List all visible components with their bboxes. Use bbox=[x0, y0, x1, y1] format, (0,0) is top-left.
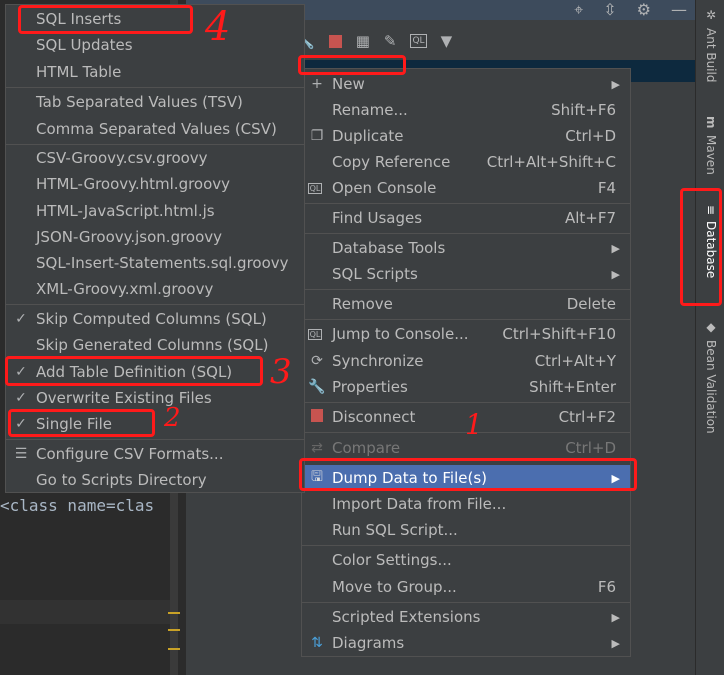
menu-item-import-data[interactable]: Import Data from File... bbox=[302, 491, 630, 517]
submenu-item-go-to-scripts-directory[interactable]: Go to Scripts Directory bbox=[6, 467, 304, 493]
annotation-box-dump-data bbox=[299, 458, 637, 491]
table-icon[interactable]: ▦ bbox=[356, 32, 370, 50]
menu-item-rename[interactable]: Rename... Shift+F6 bbox=[302, 97, 630, 123]
submenu-item-skip-generated-columns[interactable]: Skip Generated Columns (SQL) bbox=[6, 332, 304, 358]
maven-icon: m bbox=[704, 116, 718, 129]
submenu-item-html-groovy[interactable]: HTML-Groovy.html.groovy bbox=[6, 171, 304, 197]
annotation-box-single-file bbox=[8, 409, 155, 437]
annotation-number: 2 bbox=[164, 403, 181, 433]
annotation-number: 3 bbox=[270, 352, 292, 392]
submenu-item-skip-computed-columns[interactable]: ✓ Skip Computed Columns (SQL) bbox=[6, 306, 304, 332]
submenu-arrow-icon: ▶ bbox=[611, 610, 620, 624]
menu-separator bbox=[302, 319, 630, 320]
bean-icon: ◆ bbox=[704, 320, 718, 334]
menu-separator bbox=[6, 439, 304, 440]
menu-item-diagrams[interactable]: ⇅ Diagrams ▶ bbox=[302, 630, 630, 656]
stop-icon bbox=[308, 408, 326, 426]
wrench-icon: 🔧 bbox=[308, 379, 326, 395]
tab-ant-build[interactable]: ✲ Ant Build bbox=[698, 8, 724, 82]
copy-icon: ❐ bbox=[310, 128, 324, 144]
menu-item-copy-reference[interactable]: Copy Reference Ctrl+Alt+Shift+C bbox=[302, 149, 630, 175]
menu-separator bbox=[302, 602, 630, 603]
menu-item-remove[interactable]: Remove Delete bbox=[302, 291, 630, 317]
code-line: <class name=clas bbox=[0, 496, 155, 515]
menu-item-properties[interactable]: 🔧 Properties Shift+Enter bbox=[302, 374, 630, 400]
menu-item-scripted-extensions[interactable]: Scripted Extensions ▶ bbox=[302, 604, 630, 630]
submenu-item-csv-groovy[interactable]: CSV-Groovy.csv.groovy bbox=[6, 145, 304, 171]
checkmark-icon: ✓ bbox=[15, 390, 27, 406]
menu-item-jump-to-console[interactable]: QL Jump to Console... Ctrl+Shift+F10 bbox=[302, 321, 630, 347]
submenu-item-configure-csv-formats[interactable]: ☰ Configure CSV Formats... bbox=[6, 441, 304, 467]
menu-separator bbox=[302, 545, 630, 546]
submenu-item-sql-updates[interactable]: SQL Updates bbox=[6, 32, 304, 58]
menu-item-duplicate[interactable]: ❐ Duplicate Ctrl+D bbox=[302, 123, 630, 149]
menu-separator bbox=[302, 233, 630, 234]
gear-icon[interactable]: ⚙ bbox=[637, 0, 651, 20]
menu-item-database-tools[interactable]: Database Tools ▶ bbox=[302, 235, 630, 261]
annotation-box-selected-node bbox=[298, 55, 406, 75]
menu-item-move-to-group[interactable]: Move to Group... F6 bbox=[302, 574, 630, 600]
submenu-arrow-icon: ▶ bbox=[611, 267, 620, 281]
edit-icon[interactable]: ✎ bbox=[384, 32, 397, 50]
current-line-highlight bbox=[0, 600, 170, 624]
filter-icon[interactable]: ▼ bbox=[441, 32, 453, 50]
right-tool-strip: ✲ Ant Build m Maven ≡ Database ◆ Bean Valida… bbox=[695, 0, 724, 675]
menu-item-color-settings[interactable]: Color Settings... bbox=[302, 547, 630, 573]
menu-separator bbox=[6, 304, 304, 305]
menu-separator bbox=[302, 402, 630, 403]
submenu-item-html-table[interactable]: HTML Table bbox=[6, 59, 304, 85]
submenu-item-overwrite-existing-files[interactable]: ✓ Overwrite Existing Files bbox=[6, 385, 304, 411]
annotation-number: 4 bbox=[205, 4, 231, 50]
menu-separator bbox=[302, 289, 630, 290]
console-icon: QL bbox=[308, 328, 322, 340]
console-icon[interactable]: QL bbox=[410, 34, 427, 48]
submenu-item-csv[interactable]: Comma Separated Values (CSV) bbox=[6, 116, 304, 142]
menu-item-open-console[interactable]: QL Open Console F4 bbox=[302, 175, 630, 201]
menu-item-synchronize[interactable]: ⟳ Synchronize Ctrl+Alt+Y bbox=[302, 348, 630, 374]
annotation-box-add-table-definition bbox=[5, 356, 263, 386]
submenu-item-sql-insert-statements[interactable]: SQL-Insert-Statements.sql.groovy bbox=[6, 250, 304, 276]
submenu-item-tsv[interactable]: Tab Separated Values (TSV) bbox=[6, 89, 304, 115]
sliders-icon: ☰ bbox=[14, 446, 28, 462]
submenu-item-html-javascript[interactable]: HTML-JavaScript.html.js bbox=[6, 198, 304, 224]
tab-maven[interactable]: m Maven bbox=[698, 116, 724, 174]
minimize-icon[interactable]: — bbox=[671, 0, 687, 20]
compare-icon: ⇄ bbox=[311, 440, 323, 456]
ant-icon: ✲ bbox=[704, 8, 718, 22]
menu-item-sql-scripts[interactable]: SQL Scripts ▶ bbox=[302, 261, 630, 287]
annotation-box-database-tab bbox=[680, 188, 722, 306]
context-menu: + New ▶ Rename... Shift+F6 ❐ Duplicate Ctrl+D… bbox=[301, 68, 631, 657]
warning-marker[interactable] bbox=[168, 629, 180, 631]
submenu-arrow-icon: ▶ bbox=[611, 77, 620, 91]
annotation-box-sql-inserts bbox=[18, 5, 193, 34]
menu-separator bbox=[302, 203, 630, 204]
panel-toolbar: 🔧 ▦ ✎ QL ▼ bbox=[296, 28, 452, 54]
console-icon: QL bbox=[308, 182, 322, 194]
collapse-icon[interactable]: ⇳ bbox=[603, 0, 616, 20]
locate-icon[interactable]: ⌖ bbox=[574, 0, 583, 20]
plus-icon: + bbox=[311, 76, 323, 92]
menu-separator bbox=[6, 87, 304, 88]
warning-marker[interactable] bbox=[168, 612, 180, 614]
checkmark-icon: ✓ bbox=[15, 311, 27, 327]
menu-item-find-usages[interactable]: Find Usages Alt+F7 bbox=[302, 205, 630, 231]
sync-icon: ⟳ bbox=[311, 353, 323, 369]
submenu-arrow-icon: ▶ bbox=[611, 241, 620, 255]
stop-icon[interactable] bbox=[328, 34, 342, 48]
tab-bean-validation[interactable]: ◆ Bean Validation bbox=[698, 320, 724, 434]
menu-item-run-sql-script[interactable]: Run SQL Script... bbox=[302, 517, 630, 543]
submenu-arrow-icon: ▶ bbox=[611, 636, 620, 650]
annotation-number: 1 bbox=[465, 408, 483, 441]
submenu-item-json-groovy[interactable]: JSON-Groovy.json.groovy bbox=[6, 224, 304, 250]
diagram-icon: ⇅ bbox=[311, 635, 323, 651]
submenu-item-xml-groovy[interactable]: XML-Groovy.xml.groovy bbox=[6, 276, 304, 302]
warning-marker[interactable] bbox=[168, 648, 180, 650]
